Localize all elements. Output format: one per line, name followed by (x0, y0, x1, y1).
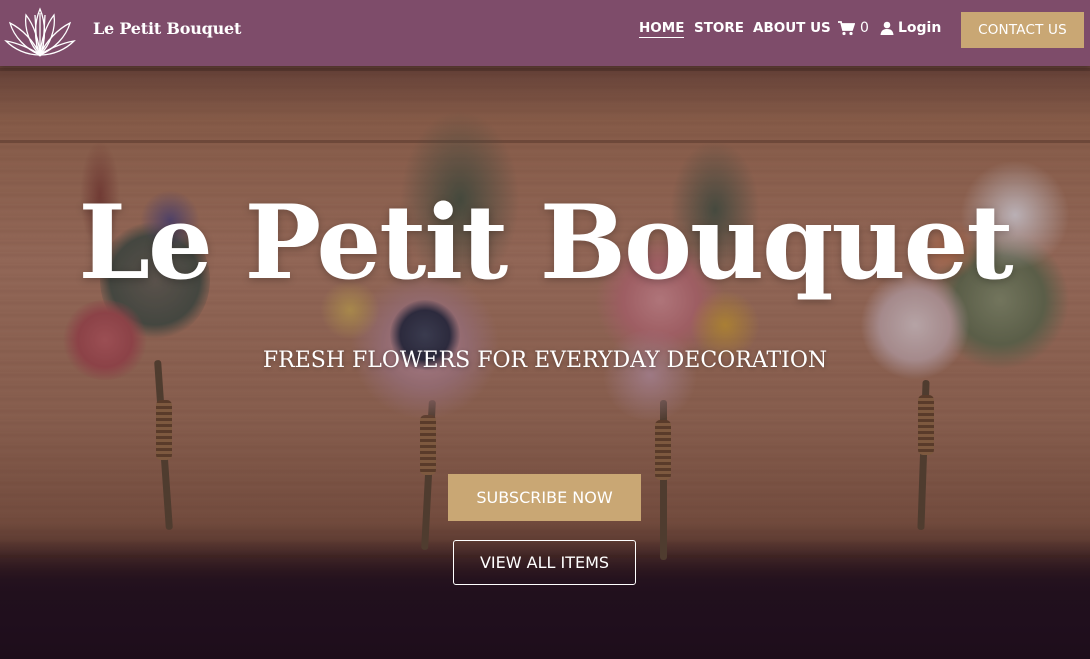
cart-button[interactable]: 0 (838, 20, 869, 36)
wood-plank-edge (0, 140, 1090, 143)
top-navbar: Le Petit Bouquet HOME STORE ABOUT US 0 L… (0, 0, 1090, 66)
user-icon (880, 21, 894, 35)
view-all-items-button[interactable]: VIEW ALL ITEMS (453, 540, 636, 585)
nav-link-store[interactable]: STORE (694, 20, 744, 36)
shopping-cart-icon (838, 20, 855, 35)
hero-subtitle: FRESH FLOWERS FOR EVERYDAY DECORATION (262, 348, 828, 373)
login-link[interactable]: Login (880, 20, 941, 36)
cart-count: 0 (860, 20, 869, 36)
lotus-logo-icon[interactable] (4, 3, 76, 59)
wood-plank-edge (0, 68, 1090, 71)
brand-name-link[interactable]: Le Petit Bouquet (93, 19, 241, 38)
hero-title: Le Petit Bouquet (78, 183, 1013, 303)
login-label: Login (898, 20, 942, 36)
subscribe-now-button[interactable]: SUBSCRIBE NOW (448, 474, 641, 521)
nav-link-home[interactable]: HOME (639, 20, 685, 38)
nav-link-about-us[interactable]: ABOUT US (753, 20, 831, 36)
contact-us-button[interactable]: CONTACT US (961, 12, 1084, 48)
